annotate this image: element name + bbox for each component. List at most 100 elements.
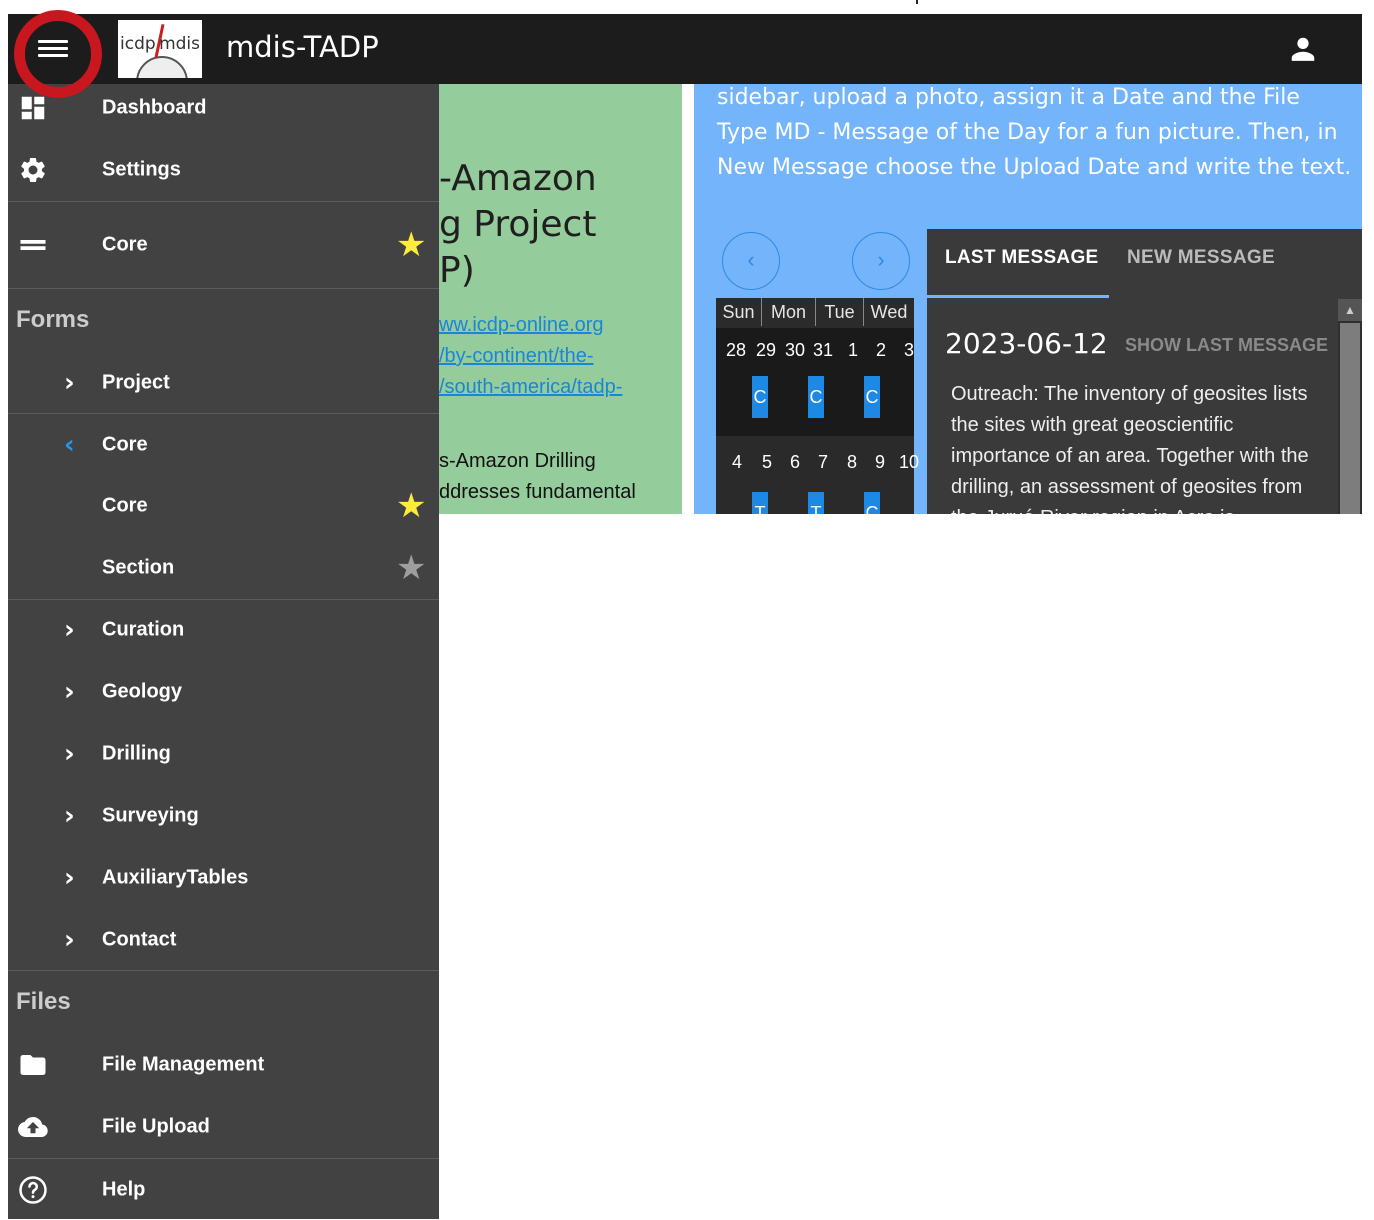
tab-new-message[interactable]: NEW MESSAGE [1127,247,1275,269]
sidebar-item-label: Surveying [102,804,199,827]
calendar-event[interactable]: C [864,492,880,514]
equals-icon [20,240,46,250]
divider [8,413,439,414]
sidebar-item-geology[interactable]: › Geology [8,662,439,722]
message-date: 2023-06-12 [945,327,1108,360]
calendar-day[interactable]: 5 [762,452,772,473]
calendar-day[interactable]: 6 [790,452,800,473]
calendar-day[interactable]: 31 [813,340,833,361]
show-last-message-button[interactable]: SHOW LAST MESSAGE [1125,335,1328,356]
icdp-mdis-logo: icdp mdis [118,20,202,78]
calendar-day[interactable]: 4 [732,452,742,473]
calendar-event[interactable]: C [808,376,824,418]
message-text: Outreach: The inventory of geosites list… [951,383,1309,514]
calendar-day[interactable]: 1 [848,340,858,361]
sidebar-item-help[interactable]: Help [8,1160,439,1220]
calendar-day[interactable]: 9 [875,452,885,473]
calendar-event[interactable]: C [864,376,880,418]
sidebar-item-label: File Management [102,1053,265,1076]
sidebar-item-label: Dashboard [102,96,207,119]
dashboard-icon [21,96,45,120]
calendar-week: 4 5 6 7 8 9 10 T T C [716,438,919,514]
chevron-right-icon: › [64,925,75,955]
calendar-day[interactable]: 2 [876,340,886,361]
sidebar: Dashboard Settings Core ★ Forms › Projec… [8,84,439,1219]
scroll-up-arrow-icon[interactable]: ▲ [1338,299,1362,321]
star-outline-icon[interactable]: ★ [396,548,426,588]
folder-icon [20,1055,46,1075]
sidebar-item-label: File Upload [102,1115,210,1138]
sidebar-item-drilling[interactable]: › Drilling [8,724,439,784]
scrollbar-thumb[interactable] [1340,323,1360,514]
sidebar-item-settings[interactable]: Settings [8,140,439,200]
chevron-right-icon: › [64,615,75,645]
calendar-event[interactable]: T [752,492,768,514]
forms-section-header: Forms [16,306,90,333]
tab-last-message[interactable]: LAST MESSAGE [945,247,1099,269]
sidebar-item-section-form[interactable]: Section ★ [8,538,439,598]
star-icon[interactable]: ★ [396,225,426,265]
chevron-right-icon: › [64,368,75,398]
sidebar-item-core-group[interactable]: ‹ Core [8,415,439,475]
calendar-prev-button[interactable]: ‹ [722,232,780,290]
sidebar-item-project[interactable]: › Project [8,353,439,413]
chevron-right-icon: › [64,677,75,707]
calendar-day[interactable]: 10 [899,452,919,473]
sidebar-item-label: Help [102,1178,146,1201]
star-icon[interactable]: ★ [396,486,426,526]
page-caret [916,0,918,4]
divider [8,970,439,971]
cloud-upload-icon [18,1117,48,1137]
account-icon[interactable] [1288,34,1318,64]
project-card: -Amazon g Project P) ww.icdp-online.org … [439,84,682,514]
divider [8,201,439,202]
calendar-day[interactable]: 28 [726,340,746,361]
calendar-week: 28 29 30 31 1 2 3 C C C [716,328,914,436]
calendar-day[interactable]: 7 [818,452,828,473]
sidebar-item-label: Contact [102,928,177,951]
sidebar-item-label: Geology [102,680,183,703]
files-section-header: Files [16,988,71,1015]
weekday-header: Tue [816,298,864,326]
sidebar-item-contact[interactable]: › Contact [8,910,439,970]
sidebar-item-auxiliarytables[interactable]: › AuxiliaryTables [8,848,439,908]
sidebar-item-label: Settings [102,158,181,181]
message-panel: LAST MESSAGE NEW MESSAGE 2023-06-12 SHOW… [927,229,1362,514]
calendar-day[interactable]: 3 [904,340,914,361]
sidebar-item-file-management[interactable]: File Management [8,1035,439,1095]
sidebar-item-label: Project [102,371,170,394]
divider [8,1158,439,1159]
chevron-left-icon: ‹ [64,430,75,460]
calendar-day[interactable]: 30 [785,340,805,361]
calendar-day[interactable]: 29 [756,340,776,361]
sidebar-item-label: Core [102,233,148,256]
sidebar-item-core-favorite[interactable]: Core ★ [8,215,439,275]
calendar-event[interactable]: C [752,376,768,418]
app-bar: icdp mdis mdis-TADP [8,14,1362,84]
chevron-right-icon: › [64,801,75,831]
calendar-event[interactable]: T [808,492,824,514]
divider [8,288,439,289]
sidebar-item-curation[interactable]: › Curation [8,600,439,660]
app-title: mdis-TADP [226,30,379,64]
calendar: Sun Mon Tue Wed 28 29 30 31 1 2 3 C C C … [716,298,919,514]
weekday-header: Wed [870,302,908,322]
sidebar-item-label: Drilling [102,742,171,765]
sidebar-item-label: Core [102,494,148,517]
calendar-next-button[interactable]: › [852,232,910,290]
sidebar-item-label: AuxiliaryTables [102,866,249,889]
sidebar-item-label: Core [102,433,148,456]
highlight-ring-annotation [14,10,102,98]
project-link[interactable]: ww.icdp-online.org /by-continent/the- /s… [439,310,622,403]
help-icon [19,1176,47,1204]
weekday-header: Mon [762,298,816,326]
sidebar-item-surveying[interactable]: › Surveying [8,786,439,846]
project-description: s-Amazon Drilling ddresses fundamental [439,450,636,503]
sidebar-item-file-upload[interactable]: File Upload [8,1097,439,1157]
sidebar-item-core-form[interactable]: Core ★ [8,476,439,536]
project-title: -Amazon g Project P) [439,158,597,291]
calendar-day[interactable]: 8 [847,452,857,473]
chevron-right-icon: › [64,863,75,893]
sidebar-item-label: Curation [102,618,185,641]
motd-instructions: sidebar, upload a photo, assign it a Dat… [717,85,1352,180]
